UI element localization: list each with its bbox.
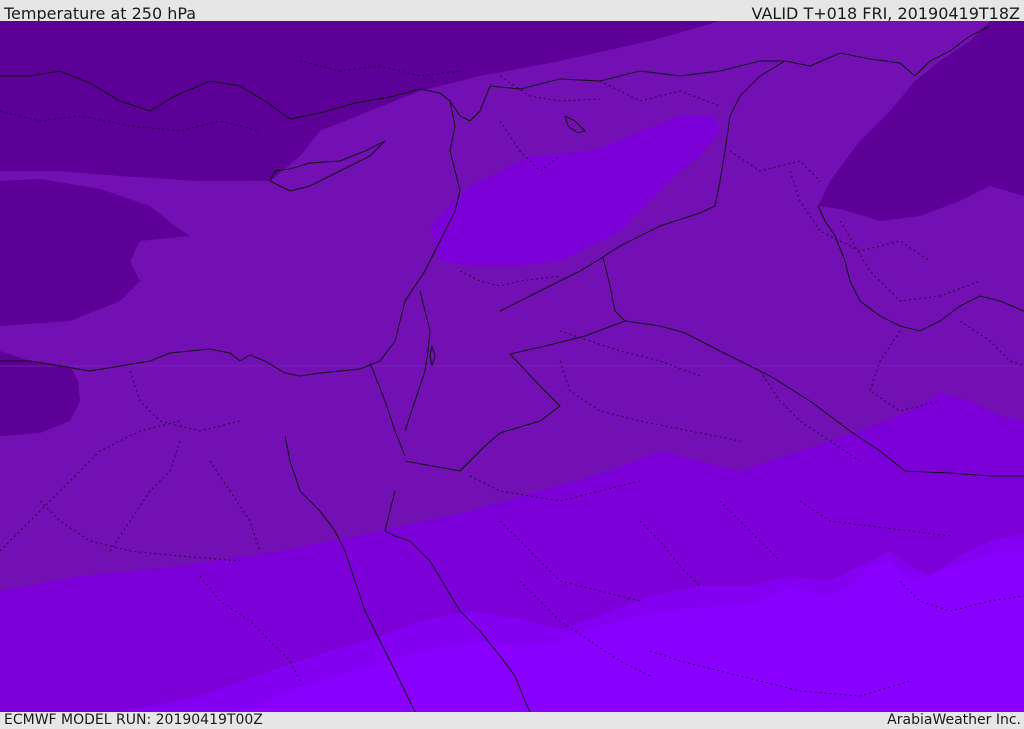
map-canvas [0, 21, 1024, 712]
forecast-map-page: Temperature at 250 hPa VALID T+018 FRI, … [0, 0, 1024, 729]
model-run-label: ECMWF MODEL RUN: 20190419T00Z [4, 712, 263, 728]
temperature-map [0, 21, 1024, 712]
credit-label: ArabiaWeather Inc. [887, 712, 1021, 728]
